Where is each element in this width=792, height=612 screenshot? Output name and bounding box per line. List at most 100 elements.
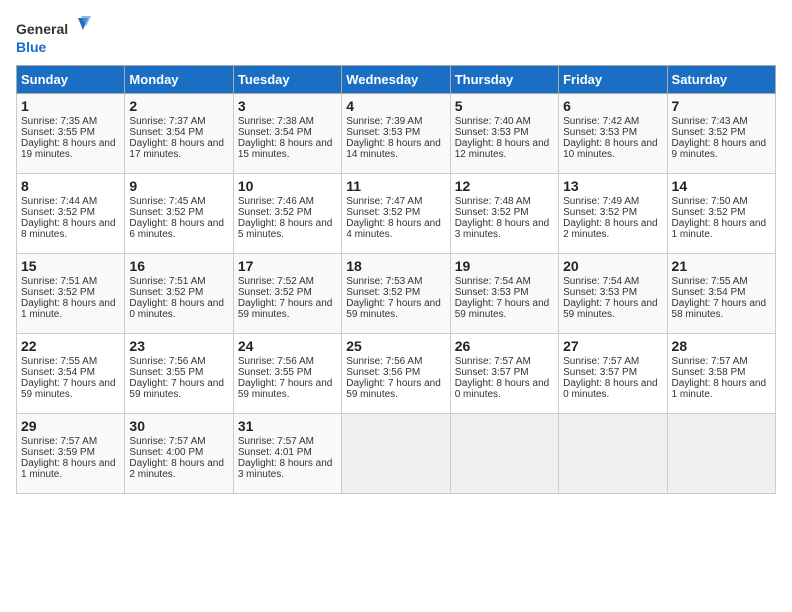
sunset-label: Sunset: 4:01 PM: [238, 447, 312, 458]
day-number: 27: [563, 338, 662, 354]
week-row-4: 22Sunrise: 7:55 AMSunset: 3:54 PMDayligh…: [17, 334, 776, 414]
daylight-label: Daylight: 8 hours and 14 minutes.: [346, 138, 441, 160]
week-row-1: 1Sunrise: 7:35 AMSunset: 3:55 PMDaylight…: [17, 94, 776, 174]
sunrise-label: Sunrise: 7:37 AM: [129, 116, 205, 127]
day-number: 22: [21, 338, 120, 354]
sunset-label: Sunset: 3:56 PM: [346, 367, 420, 378]
column-header-tuesday: Tuesday: [233, 66, 341, 94]
day-number: 19: [455, 258, 554, 274]
column-header-thursday: Thursday: [450, 66, 558, 94]
day-number: 6: [563, 98, 662, 114]
day-number: 25: [346, 338, 445, 354]
sunset-label: Sunset: 4:00 PM: [129, 447, 203, 458]
daylight-label: Daylight: 8 hours and 10 minutes.: [563, 138, 658, 160]
column-header-monday: Monday: [125, 66, 233, 94]
sunset-label: Sunset: 3:57 PM: [455, 367, 529, 378]
day-number: 4: [346, 98, 445, 114]
daylight-label: Daylight: 8 hours and 1 minute.: [21, 298, 116, 320]
day-number: 12: [455, 178, 554, 194]
day-number: 18: [346, 258, 445, 274]
calendar-cell: 25Sunrise: 7:56 AMSunset: 3:56 PMDayligh…: [342, 334, 450, 414]
day-number: 16: [129, 258, 228, 274]
sunrise-label: Sunrise: 7:35 AM: [21, 116, 97, 127]
calendar-cell: 9Sunrise: 7:45 AMSunset: 3:52 PMDaylight…: [125, 174, 233, 254]
day-number: 14: [672, 178, 771, 194]
calendar-cell: 26Sunrise: 7:57 AMSunset: 3:57 PMDayligh…: [450, 334, 558, 414]
daylight-label: Daylight: 8 hours and 3 minutes.: [455, 218, 550, 240]
sunset-label: Sunset: 3:52 PM: [238, 207, 312, 218]
sunset-label: Sunset: 3:55 PM: [129, 367, 203, 378]
calendar-cell: 27Sunrise: 7:57 AMSunset: 3:57 PMDayligh…: [559, 334, 667, 414]
day-number: 7: [672, 98, 771, 114]
sunset-label: Sunset: 3:52 PM: [672, 207, 746, 218]
sunset-label: Sunset: 3:57 PM: [563, 367, 637, 378]
day-number: 23: [129, 338, 228, 354]
calendar-header: SundayMondayTuesdayWednesdayThursdayFrid…: [17, 66, 776, 94]
daylight-label: Daylight: 8 hours and 1 minute.: [21, 458, 116, 480]
calendar-cell: 14Sunrise: 7:50 AMSunset: 3:52 PMDayligh…: [667, 174, 775, 254]
calendar-cell: 18Sunrise: 7:53 AMSunset: 3:52 PMDayligh…: [342, 254, 450, 334]
sunrise-label: Sunrise: 7:38 AM: [238, 116, 314, 127]
daylight-label: Daylight: 8 hours and 19 minutes.: [21, 138, 116, 160]
svg-text:General: General: [16, 21, 68, 37]
daylight-label: Daylight: 8 hours and 15 minutes.: [238, 138, 333, 160]
sunrise-label: Sunrise: 7:55 AM: [21, 356, 97, 367]
sunrise-label: Sunrise: 7:48 AM: [455, 196, 531, 207]
daylight-label: Daylight: 8 hours and 0 minutes.: [455, 378, 550, 400]
calendar-cell: 23Sunrise: 7:56 AMSunset: 3:55 PMDayligh…: [125, 334, 233, 414]
sunset-label: Sunset: 3:55 PM: [238, 367, 312, 378]
day-number: 10: [238, 178, 337, 194]
sunrise-label: Sunrise: 7:47 AM: [346, 196, 422, 207]
calendar-cell: 3Sunrise: 7:38 AMSunset: 3:54 PMDaylight…: [233, 94, 341, 174]
sunset-label: Sunset: 3:52 PM: [672, 127, 746, 138]
calendar-cell: 1Sunrise: 7:35 AMSunset: 3:55 PMDaylight…: [17, 94, 125, 174]
daylight-label: Daylight: 8 hours and 5 minutes.: [238, 218, 333, 240]
sunrise-label: Sunrise: 7:54 AM: [455, 276, 531, 287]
column-header-saturday: Saturday: [667, 66, 775, 94]
sunset-label: Sunset: 3:52 PM: [21, 287, 95, 298]
week-row-3: 15Sunrise: 7:51 AMSunset: 3:52 PMDayligh…: [17, 254, 776, 334]
sunset-label: Sunset: 3:59 PM: [21, 447, 95, 458]
day-number: 1: [21, 98, 120, 114]
sunset-label: Sunset: 3:52 PM: [21, 207, 95, 218]
day-number: 29: [21, 418, 120, 434]
day-number: 30: [129, 418, 228, 434]
sunrise-label: Sunrise: 7:40 AM: [455, 116, 531, 127]
logo-svg: General Blue: [16, 16, 96, 61]
sunset-label: Sunset: 3:53 PM: [455, 287, 529, 298]
sunrise-label: Sunrise: 7:39 AM: [346, 116, 422, 127]
sunset-label: Sunset: 3:52 PM: [129, 287, 203, 298]
week-row-5: 29Sunrise: 7:57 AMSunset: 3:59 PMDayligh…: [17, 414, 776, 494]
calendar-table: SundayMondayTuesdayWednesdayThursdayFrid…: [16, 65, 776, 494]
sunset-label: Sunset: 3:52 PM: [563, 207, 637, 218]
daylight-label: Daylight: 8 hours and 3 minutes.: [238, 458, 333, 480]
calendar-cell: 7Sunrise: 7:43 AMSunset: 3:52 PMDaylight…: [667, 94, 775, 174]
day-number: 20: [563, 258, 662, 274]
daylight-label: Daylight: 7 hours and 59 minutes.: [238, 378, 333, 400]
sunrise-label: Sunrise: 7:42 AM: [563, 116, 639, 127]
sunset-label: Sunset: 3:52 PM: [455, 207, 529, 218]
sunset-label: Sunset: 3:52 PM: [129, 207, 203, 218]
calendar-cell: 21Sunrise: 7:55 AMSunset: 3:54 PMDayligh…: [667, 254, 775, 334]
day-number: 8: [21, 178, 120, 194]
sunrise-label: Sunrise: 7:56 AM: [346, 356, 422, 367]
sunrise-label: Sunrise: 7:44 AM: [21, 196, 97, 207]
day-number: 24: [238, 338, 337, 354]
sunrise-label: Sunrise: 7:49 AM: [563, 196, 639, 207]
sunrise-label: Sunrise: 7:51 AM: [21, 276, 97, 287]
sunrise-label: Sunrise: 7:43 AM: [672, 116, 748, 127]
sunset-label: Sunset: 3:58 PM: [672, 367, 746, 378]
calendar-cell: 20Sunrise: 7:54 AMSunset: 3:53 PMDayligh…: [559, 254, 667, 334]
sunrise-label: Sunrise: 7:57 AM: [238, 436, 314, 447]
sunset-label: Sunset: 3:52 PM: [238, 287, 312, 298]
daylight-label: Daylight: 7 hours and 59 minutes.: [346, 298, 441, 320]
sunrise-label: Sunrise: 7:51 AM: [129, 276, 205, 287]
calendar-cell: 13Sunrise: 7:49 AMSunset: 3:52 PMDayligh…: [559, 174, 667, 254]
day-number: 21: [672, 258, 771, 274]
calendar-cell: 28Sunrise: 7:57 AMSunset: 3:58 PMDayligh…: [667, 334, 775, 414]
daylight-label: Daylight: 8 hours and 1 minute.: [672, 378, 767, 400]
calendar-cell: 29Sunrise: 7:57 AMSunset: 3:59 PMDayligh…: [17, 414, 125, 494]
calendar-cell: 5Sunrise: 7:40 AMSunset: 3:53 PMDaylight…: [450, 94, 558, 174]
column-header-sunday: Sunday: [17, 66, 125, 94]
column-header-wednesday: Wednesday: [342, 66, 450, 94]
